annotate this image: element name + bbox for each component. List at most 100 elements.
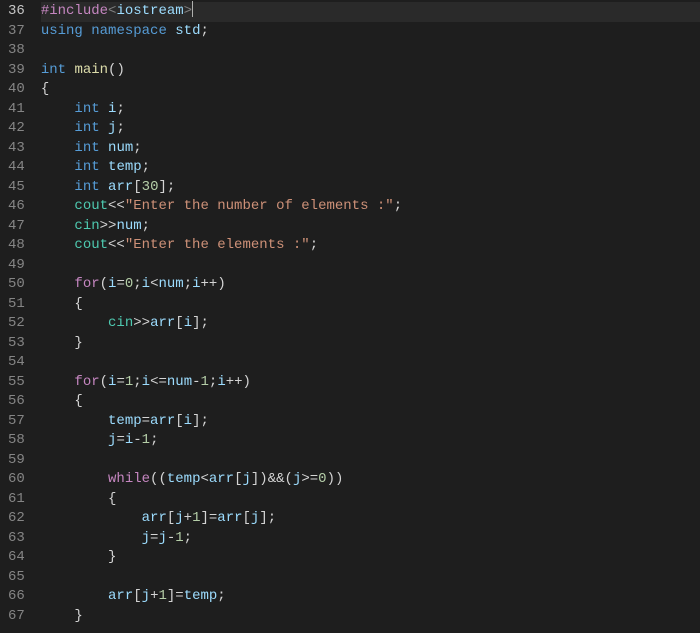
token-number: 30: [142, 179, 159, 195]
code-line[interactable]: for(i=0;i<num;i++): [41, 275, 700, 295]
code-line[interactable]: #include<iostream>: [41, 2, 700, 22]
line-number: 63: [8, 529, 25, 549]
code-line[interactable]: [41, 568, 700, 588]
token-op: -: [192, 374, 200, 390]
token-punct: )): [327, 471, 344, 487]
token-type: int: [74, 159, 99, 175]
code-line[interactable]: int i;: [41, 100, 700, 120]
code-line[interactable]: {: [41, 80, 700, 100]
token-punct: {: [74, 296, 82, 312]
code-line[interactable]: {: [41, 392, 700, 412]
code-line[interactable]: cout<<"Enter the number of elements :";: [41, 197, 700, 217]
token-op: <<: [108, 237, 125, 253]
token-ident: arr: [217, 510, 242, 526]
token-ident: i: [184, 413, 192, 429]
token-sp: [100, 159, 108, 175]
token-punct: (): [108, 62, 125, 78]
token-type: int: [74, 140, 99, 156]
code-line[interactable]: int j;: [41, 119, 700, 139]
token-ident: num: [116, 218, 141, 234]
token-number: 0: [318, 471, 326, 487]
line-number: 53: [8, 334, 25, 354]
token-type: int: [41, 62, 66, 78]
token-punct: ;: [394, 198, 402, 214]
code-line[interactable]: int temp;: [41, 158, 700, 178]
token-control: while: [108, 471, 150, 487]
line-number: 38: [8, 41, 25, 61]
code-line[interactable]: }: [41, 548, 700, 568]
code-line[interactable]: int num;: [41, 139, 700, 159]
code-line[interactable]: arr[j+1]=temp;: [41, 587, 700, 607]
code-line[interactable]: j=i-1;: [41, 431, 700, 451]
token-op: ++: [201, 276, 218, 292]
token-punct: }: [74, 608, 82, 624]
code-line[interactable]: j=j-1;: [41, 529, 700, 549]
token-punct: {: [108, 491, 116, 507]
token-punct: ;: [184, 276, 192, 292]
token-keyword: namespace: [91, 23, 167, 39]
token-ident: arr: [209, 471, 234, 487]
token-punct: (: [100, 276, 108, 292]
code-line[interactable]: }: [41, 334, 700, 354]
token-preproc: #include: [41, 3, 108, 19]
code-line[interactable]: for(i=1;i<=num-1;i++): [41, 373, 700, 393]
token-punct: [: [175, 413, 183, 429]
code-line[interactable]: int arr[30];: [41, 178, 700, 198]
token-punct: [: [133, 588, 141, 604]
code-line[interactable]: }: [41, 607, 700, 627]
code-line[interactable]: [41, 41, 700, 61]
line-number: 43: [8, 139, 25, 159]
token-op: =: [116, 432, 124, 448]
code-area[interactable]: #include<iostream>using namespace std;in…: [37, 2, 700, 633]
token-op: =: [175, 588, 183, 604]
token-type: int: [74, 101, 99, 117]
token-punct: ;: [142, 218, 150, 234]
token-punct: ((: [150, 471, 167, 487]
line-number: 39: [8, 61, 25, 81]
line-number: 58: [8, 431, 25, 451]
line-number: 56: [8, 392, 25, 412]
code-editor[interactable]: 3637383940414243444546474849505152535455…: [0, 0, 700, 633]
token-ident: iostream: [116, 3, 183, 19]
code-line[interactable]: arr[j+1]=arr[j];: [41, 509, 700, 529]
code-line[interactable]: cout<<"Enter the elements :";: [41, 236, 700, 256]
line-number: 37: [8, 22, 25, 42]
line-number: 51: [8, 295, 25, 315]
token-obj: cout: [74, 237, 108, 253]
token-op: -: [133, 432, 141, 448]
token-punct: ;: [116, 120, 124, 136]
line-number: 65: [8, 568, 25, 588]
token-punct: ): [243, 374, 251, 390]
line-number: 57: [8, 412, 25, 432]
token-op: &&: [268, 471, 285, 487]
token-ident: arr: [108, 588, 133, 604]
code-line[interactable]: int main(): [41, 61, 700, 81]
code-line[interactable]: temp=arr[i];: [41, 412, 700, 432]
token-number: 0: [125, 276, 133, 292]
token-op: >>: [133, 315, 150, 331]
token-punct: ];: [192, 413, 209, 429]
code-line[interactable]: [41, 256, 700, 276]
token-punct: ;: [217, 588, 225, 604]
text-cursor: [192, 1, 193, 17]
token-ident: j: [142, 530, 150, 546]
code-line[interactable]: [41, 353, 700, 373]
line-number: 59: [8, 451, 25, 471]
code-line[interactable]: cin>>num;: [41, 217, 700, 237]
token-ident: arr: [150, 315, 175, 331]
code-line[interactable]: using namespace std;: [41, 22, 700, 42]
code-line[interactable]: [41, 451, 700, 471]
token-ident: std: [175, 23, 200, 39]
token-punct: (: [100, 374, 108, 390]
token-punct: ;: [310, 237, 318, 253]
token-ident: num: [108, 140, 133, 156]
code-line[interactable]: {: [41, 295, 700, 315]
code-line[interactable]: {: [41, 490, 700, 510]
line-number: 36: [8, 2, 25, 22]
code-line[interactable]: cin>>arr[i];: [41, 314, 700, 334]
line-number: 41: [8, 100, 25, 120]
line-number: 45: [8, 178, 25, 198]
token-ident: i: [192, 276, 200, 292]
token-keyword: using: [41, 23, 83, 39]
code-line[interactable]: while((temp<arr[j])&&(j>=0)): [41, 470, 700, 490]
